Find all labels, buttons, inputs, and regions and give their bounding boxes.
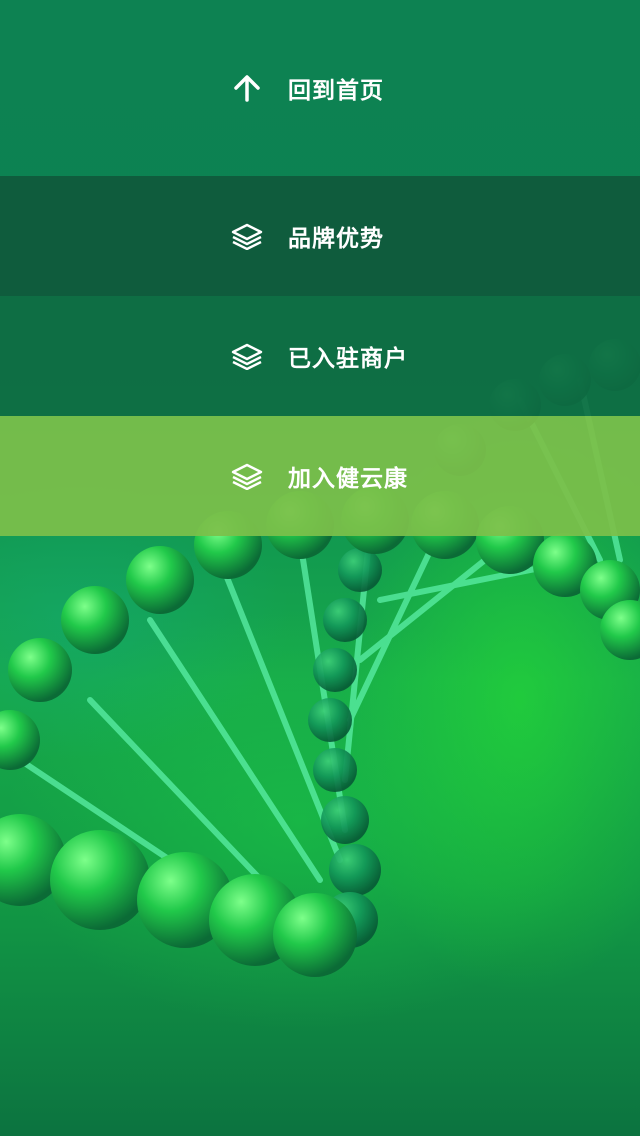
menu-item-merchants[interactable]: 已入驻商户 bbox=[0, 296, 640, 416]
menu-item-label: 已入驻商户 bbox=[288, 346, 408, 372]
menu-item-label: 回到首页 bbox=[288, 78, 384, 104]
layers-icon bbox=[231, 460, 263, 492]
menu-item-join[interactable]: 加入健云康 bbox=[0, 416, 640, 536]
menu-item-home[interactable]: 回到首页 bbox=[0, 0, 640, 176]
menu-item-brand-advantages[interactable]: 品牌优势 bbox=[0, 176, 640, 296]
arrow-up-icon bbox=[231, 72, 263, 104]
layers-icon bbox=[231, 220, 263, 252]
menu-item-label: 品牌优势 bbox=[288, 226, 384, 252]
menu-item-label: 加入健云康 bbox=[288, 466, 408, 492]
layers-icon bbox=[231, 340, 263, 372]
